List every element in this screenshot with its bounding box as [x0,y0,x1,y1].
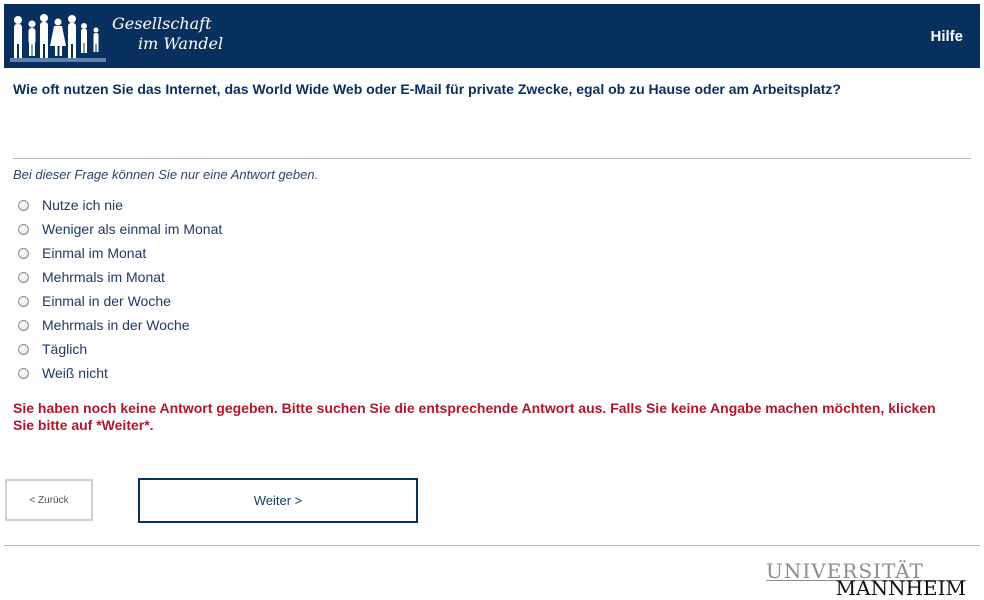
option-nutze-ich-nie[interactable]: Nutze ich nie [17,193,222,217]
radio-button[interactable] [18,319,29,331]
logo-wordmark: Gesellschaft im Wandel [112,14,223,54]
back-button[interactable]: < Zurück [5,479,93,521]
option-label: Täglich [42,341,88,357]
help-link[interactable]: Hilfe [930,28,963,45]
university-line-2: MANNHEIM [835,576,966,600]
divider [13,158,971,159]
logo-line-2: im Wandel [138,34,224,53]
radio-button[interactable] [18,271,29,283]
option-einmal-in-der-woche[interactable]: Einmal in der Woche [17,289,222,313]
option-mehrmals-im-monat[interactable]: Mehrmals im Monat [17,265,222,289]
option-mehrmals-in-der-woche[interactable]: Mehrmals in der Woche [17,313,222,337]
header-banner: Gesellschaft im Wandel Hilfe [4,4,980,68]
option-label: Weiß nicht [42,365,108,381]
university-logo: UNIVERSITÄT MANNHEIM [766,560,966,600]
radio-button[interactable] [18,295,29,307]
option-label: Mehrmals im Monat [42,269,165,285]
option-taeglich[interactable]: Täglich [17,337,222,361]
answer-options: Nutze ich nie Weniger als einmal im Mona… [17,193,222,385]
footer-divider [4,545,980,546]
option-label: Nutze ich nie [42,197,123,213]
logo-line-1: Gesellschaft [112,14,212,33]
option-weiss-nicht[interactable]: Weiß nicht [17,361,222,385]
question-text: Wie oft nutzen Sie das Internet, das Wor… [13,81,841,97]
radio-button[interactable] [18,367,29,379]
people-silhouette-logo [10,14,106,62]
radio-button[interactable] [18,199,29,211]
radio-button[interactable] [18,223,29,235]
option-label: Einmal im Monat [42,245,147,261]
option-label: Mehrmals in der Woche [42,317,190,333]
radio-button[interactable] [18,247,29,259]
option-weniger-als-einmal-im-monat[interactable]: Weniger als einmal im Monat [17,217,222,241]
radio-button[interactable] [18,343,29,355]
validation-error-message: Sie haben noch keine Antwort gegeben. Bi… [13,400,936,433]
instruction-text: Bei dieser Frage können Sie nur eine Ant… [13,167,319,182]
option-label: Einmal in der Woche [42,293,171,309]
option-label: Weniger als einmal im Monat [42,221,223,237]
option-einmal-im-monat[interactable]: Einmal im Monat [17,241,222,265]
next-button[interactable]: Weiter > [138,478,418,523]
